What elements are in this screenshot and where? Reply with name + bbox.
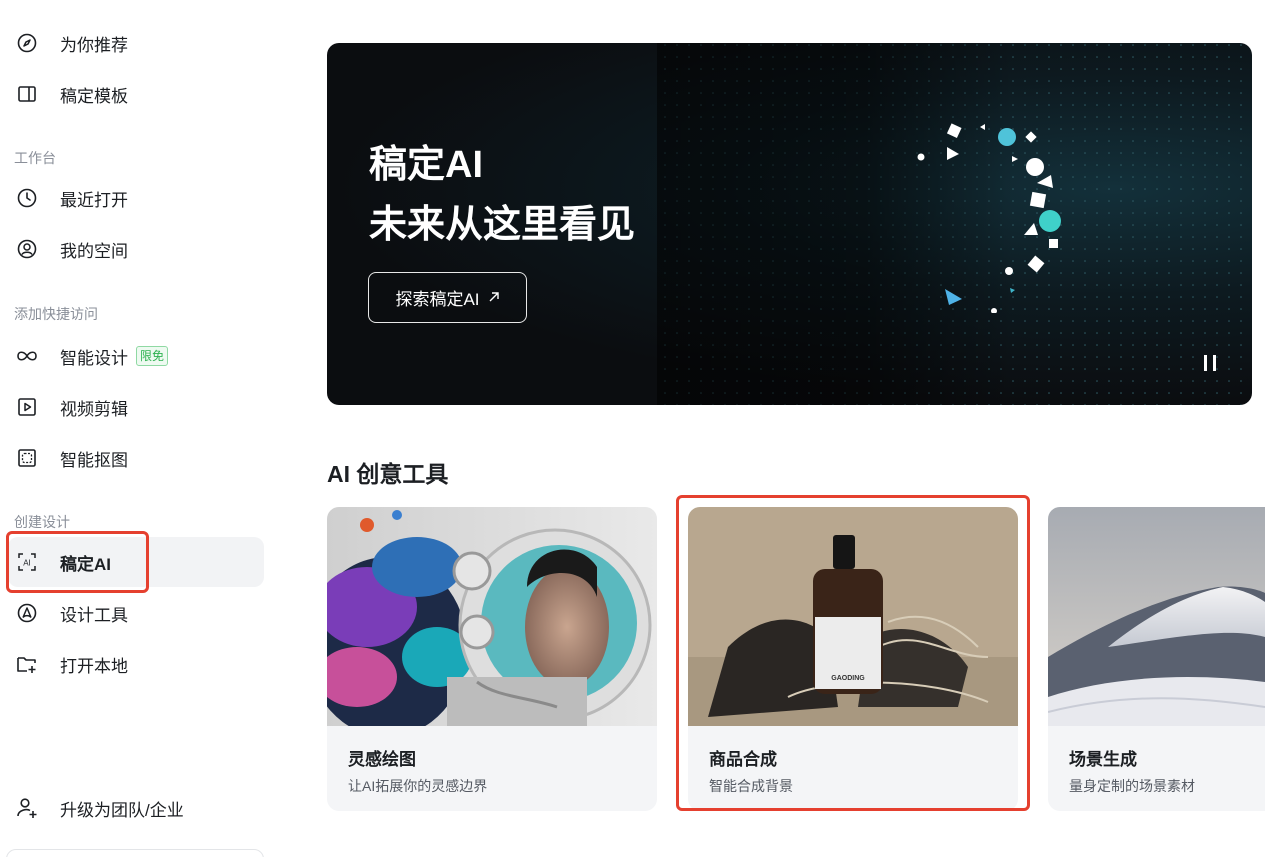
add-user-icon bbox=[16, 797, 38, 819]
sidebar-item-recent[interactable]: 最近打开 bbox=[8, 173, 264, 223]
sidebar-item-label: 为你推荐 bbox=[60, 35, 128, 55]
template-icon bbox=[16, 83, 38, 105]
sidebar-item-video-edit[interactable]: 视频剪辑 bbox=[8, 382, 264, 432]
astronaut-art-image bbox=[327, 507, 657, 726]
infinity-icon bbox=[16, 345, 38, 367]
explore-ai-label: 探索稿定AI bbox=[395, 290, 480, 309]
sidebar-item-label: 智能设计 bbox=[60, 348, 128, 368]
sidebar-item-label: 最近打开 bbox=[60, 190, 128, 210]
ai-particles-graphic bbox=[917, 123, 1061, 313]
sidebar-item-open-local[interactable]: 打开本地 bbox=[8, 639, 264, 689]
sidebar-item-label: 升级为团队/企业 bbox=[60, 800, 184, 820]
explore-ai-button[interactable]: 探索稿定AI bbox=[368, 272, 527, 323]
banner-subtitle: 未来从这里看见 bbox=[369, 204, 636, 246]
sidebar-item-label: 打开本地 bbox=[60, 656, 128, 676]
sidebar-item-label: 稿定模板 bbox=[60, 86, 128, 106]
section-title-workspace: 工作台 bbox=[14, 150, 56, 166]
video-play-icon bbox=[16, 396, 38, 418]
arrow-up-right-icon bbox=[488, 288, 500, 308]
sidebar-item-templates[interactable]: 稿定模板 bbox=[8, 69, 264, 119]
card-title: 灵感绘图 bbox=[348, 750, 416, 769]
tool-card-scene-generate[interactable]: 场景生成 量身定制的场景素材 bbox=[1048, 507, 1265, 811]
free-badge: 限免 bbox=[136, 346, 169, 366]
highlight-frame bbox=[676, 495, 1030, 811]
compass-icon bbox=[16, 32, 38, 54]
section-title-create: 创建设计 bbox=[14, 514, 70, 530]
sidebar-item-smart-design[interactable]: 智能设计 限免 bbox=[8, 331, 264, 381]
card-subtitle: 量身定制的场景素材 bbox=[1069, 778, 1195, 794]
sidebar-item-design-tool[interactable]: 设计工具 bbox=[8, 588, 264, 638]
sidebar-item-recommend[interactable]: 为你推荐 bbox=[8, 18, 264, 68]
sidebar-bottom-panel bbox=[6, 849, 264, 857]
sidebar-item-label: 我的空间 bbox=[60, 241, 128, 261]
clock-icon bbox=[16, 187, 38, 209]
sidebar: 为你推荐 稿定模板 工作台 最近打开 我的空间 添加快捷访问 智能设计 限免 视… bbox=[0, 0, 272, 857]
cutout-icon bbox=[16, 447, 38, 469]
banner-title: 稿定AI bbox=[369, 144, 484, 186]
user-space-icon bbox=[16, 238, 38, 260]
snow-mountain-image bbox=[1048, 507, 1265, 726]
section-title-ai-tools: AI 创意工具 bbox=[327, 461, 449, 487]
tool-card-inspiration[interactable]: 灵感绘图 让AI拓展你的灵感边界 bbox=[327, 507, 657, 811]
sidebar-item-label: 智能抠图 bbox=[60, 450, 128, 470]
sidebar-item-label: 设计工具 bbox=[60, 605, 128, 625]
design-tool-icon bbox=[16, 602, 38, 624]
card-title: 场景生成 bbox=[1069, 750, 1137, 769]
upgrade-team-button[interactable]: 升级为团队/企业 bbox=[8, 783, 264, 833]
sidebar-item-cutout[interactable]: 智能抠图 bbox=[8, 433, 264, 483]
sidebar-item-label: 视频剪辑 bbox=[60, 399, 128, 419]
highlight-frame bbox=[6, 531, 149, 593]
sidebar-item-my-space[interactable]: 我的空间 bbox=[8, 224, 264, 274]
hero-banner[interactable]: 稿定AI 未来从这里看见 探索稿定AI bbox=[327, 43, 1252, 405]
card-subtitle: 让AI拓展你的灵感边界 bbox=[348, 778, 488, 794]
section-title-quick-access: 添加快捷访问 bbox=[14, 306, 98, 322]
pause-icon[interactable] bbox=[1204, 355, 1222, 371]
folder-add-icon bbox=[16, 653, 38, 675]
